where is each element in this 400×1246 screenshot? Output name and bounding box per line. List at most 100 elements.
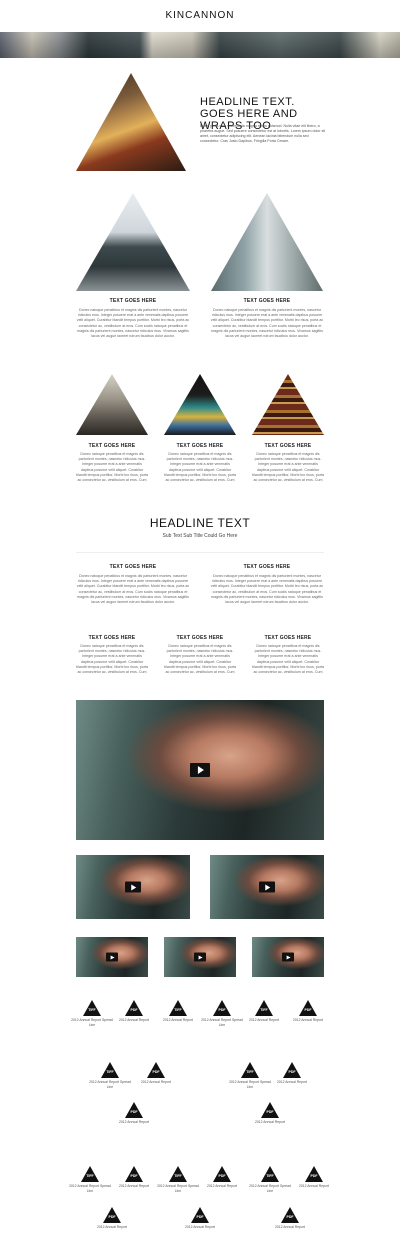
street-triangle-image: [76, 374, 148, 435]
download-pdf-link[interactable]: PDF 2012 Annual Report Spread Line: [200, 1000, 244, 1027]
play-icon[interactable]: [194, 952, 206, 962]
column-title: TEXT GOES HERE: [264, 635, 312, 641]
download-pdf-link[interactable]: PDF 2012 Annual Report: [178, 1207, 222, 1230]
download-caption: 2012 Annual Report Spread Line: [89, 1080, 131, 1089]
download-caption: 2012 Annual Report: [277, 1080, 307, 1084]
download-caption: 2012 Annual Report: [119, 1018, 149, 1022]
column-body: Donec natoque penatibus et magnis dis pa…: [164, 644, 236, 675]
column-title: TEXT GOES HERE: [243, 564, 291, 570]
column-title: TEXT GOES HERE: [109, 564, 157, 570]
pdf-file-icon: PDF: [299, 1000, 317, 1016]
column-body: Donec natoque penatibus et magnis dis pa…: [210, 308, 324, 339]
section-subtitle: Sub Text Sub Title Could Go Here: [162, 533, 238, 539]
site-logo[interactable]: KINCANNON: [0, 10, 400, 21]
section-headline: HEADLINE TEXT: [149, 516, 251, 530]
play-icon[interactable]: [190, 763, 210, 777]
pdf-file-icon: PDF: [281, 1207, 299, 1223]
pdf-file-icon: PDF: [103, 1207, 121, 1223]
download-tiff-link[interactable]: TIFF 2012 Annual Report: [156, 1000, 200, 1023]
play-icon[interactable]: [259, 881, 275, 893]
video-player-medium[interactable]: [76, 855, 190, 919]
tiff-file-icon: TIFF: [169, 1166, 187, 1182]
column-body: Donec natoque penatibus et magnis dis pa…: [76, 574, 190, 605]
download-pdf-link[interactable]: PDF 2012 Annual Report: [112, 1102, 156, 1125]
download-tiff-link[interactable]: TIFF 2012 Annual Report Spread Line: [228, 1062, 272, 1089]
download-pdf-link[interactable]: PDF 2012 Annual Report: [90, 1207, 134, 1230]
column-title: TEXT GOES HERE: [88, 443, 136, 449]
column-body: Donec natoque penatibus et magnis dis pa…: [164, 452, 236, 483]
column-title: TEXT GOES HERE: [109, 298, 157, 304]
video-player-medium[interactable]: [210, 855, 324, 919]
download-caption: 2012 Annual Report: [163, 1018, 193, 1022]
column-body: Donec natoque penatibus et magnis dis pa…: [76, 644, 148, 675]
dancer-triangle-image: [211, 193, 323, 291]
download-pdf-link[interactable]: PDF 2012 Annual Report: [270, 1062, 314, 1085]
download-tiff-link[interactable]: TIFF 2012 Annual Report: [242, 1000, 286, 1023]
download-pdf-link[interactable]: PDF 2012 Annual Report: [134, 1062, 178, 1085]
download-caption: 2012 Annual Report: [97, 1225, 127, 1229]
download-caption: 2012 Annual Report Spread Line: [249, 1184, 291, 1193]
video-player-small[interactable]: [252, 937, 324, 977]
pdf-file-icon: PDF: [125, 1000, 143, 1016]
download-pdf-link[interactable]: PDF 2012 Annual Report: [112, 1166, 156, 1189]
tiff-file-icon: TIFF: [255, 1000, 273, 1016]
download-caption: 2012 Annual Report: [275, 1225, 305, 1229]
download-tiff-link[interactable]: TIFF 2012 Annual Report Spread Line: [88, 1062, 132, 1089]
pdf-file-icon: PDF: [305, 1166, 323, 1182]
pdf-file-icon: PDF: [125, 1166, 143, 1182]
download-tiff-link[interactable]: TIFF 2012 Annual Report Spread Line: [248, 1166, 292, 1193]
download-caption: 2012 Annual Report Spread Line: [69, 1184, 111, 1193]
video-player-large[interactable]: [76, 700, 324, 840]
pdf-file-icon: PDF: [283, 1062, 301, 1078]
hero-body-text: Etiam porta sem malesuada magna mollis e…: [200, 124, 326, 143]
section-divider: [76, 552, 324, 553]
play-icon[interactable]: [282, 952, 294, 962]
video-player-small[interactable]: [164, 937, 236, 977]
column-body: Donec natoque penatibus et magnis dis pa…: [252, 452, 324, 483]
column-title: TEXT GOES HERE: [88, 635, 136, 641]
pdf-file-icon: PDF: [125, 1102, 143, 1118]
column-body: Donec natoque penatibus et magnis dis pa…: [76, 452, 148, 483]
download-caption: 2012 Annual Report: [141, 1080, 171, 1084]
download-pdf-link[interactable]: PDF 2012 Annual Report: [112, 1000, 156, 1023]
pdf-file-icon: PDF: [261, 1102, 279, 1118]
download-caption: 2012 Annual Report Spread Line: [229, 1080, 271, 1089]
tiff-file-icon: TIFF: [101, 1062, 119, 1078]
pdf-file-icon: PDF: [213, 1000, 231, 1016]
column-title: TEXT GOES HERE: [264, 443, 312, 449]
column-title: TEXT GOES HERE: [176, 443, 224, 449]
download-tiff-link[interactable]: TIFF 2012 Annual Report Spread Line: [70, 1000, 114, 1027]
download-pdf-link[interactable]: PDF 2012 Annual Report: [268, 1207, 312, 1230]
download-caption: 2012 Annual Report: [119, 1184, 149, 1188]
download-caption: 2012 Annual Report: [185, 1225, 215, 1229]
play-icon[interactable]: [106, 952, 118, 962]
books-triangle-image: [252, 374, 324, 435]
column-body: Donec natoque penatibus et magnis dis pa…: [210, 574, 324, 605]
download-caption: 2012 Annual Report: [255, 1120, 285, 1124]
download-caption: 2012 Annual Report Spread Line: [201, 1018, 243, 1027]
pdf-file-icon: PDF: [191, 1207, 209, 1223]
download-pdf-link[interactable]: PDF 2012 Annual Report: [248, 1102, 292, 1125]
download-caption: 2012 Annual Report: [249, 1018, 279, 1022]
download-pdf-link[interactable]: PDF 2012 Annual Report: [286, 1000, 330, 1023]
download-tiff-link[interactable]: TIFF 2012 Annual Report Spread Line: [156, 1166, 200, 1193]
download-caption: 2012 Annual Report Spread Line: [71, 1018, 113, 1027]
download-pdf-link[interactable]: PDF 2012 Annual Report: [200, 1166, 244, 1189]
column-title: TEXT GOES HERE: [243, 298, 291, 304]
play-icon[interactable]: [125, 881, 141, 893]
download-caption: 2012 Annual Report Spread Line: [157, 1184, 199, 1193]
car-triangle-image: [76, 193, 190, 291]
pdf-file-icon: PDF: [147, 1062, 165, 1078]
tiff-file-icon: TIFF: [83, 1000, 101, 1016]
download-tiff-link[interactable]: TIFF 2012 Annual Report Spread Line: [68, 1166, 112, 1193]
tiff-file-icon: TIFF: [261, 1166, 279, 1182]
download-caption: 2012 Annual Report: [207, 1184, 237, 1188]
video-player-small[interactable]: [76, 937, 148, 977]
scarf-triangle-image: [164, 374, 236, 435]
tiff-file-icon: TIFF: [169, 1000, 187, 1016]
tiff-file-icon: TIFF: [241, 1062, 259, 1078]
download-pdf-link[interactable]: PDF 2012 Annual Report: [292, 1166, 336, 1189]
download-caption: 2012 Annual Report: [119, 1120, 149, 1124]
hero-triangle-image: [76, 73, 186, 171]
download-caption: 2012 Annual Report: [293, 1018, 323, 1022]
